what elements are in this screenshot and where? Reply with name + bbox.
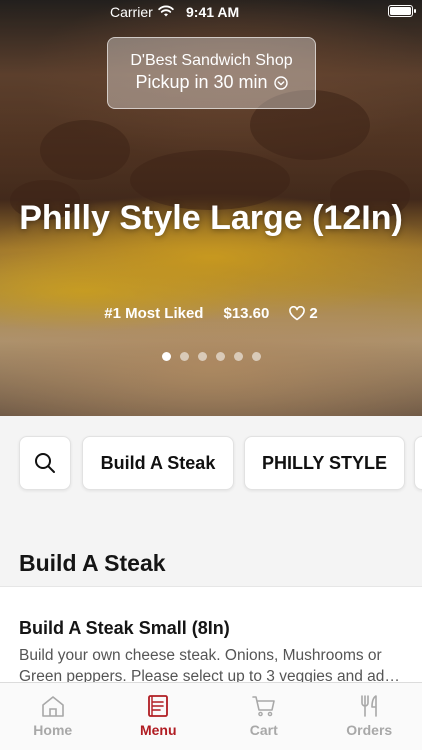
- tab-orders-label: Orders: [346, 722, 393, 738]
- search-button[interactable]: [19, 436, 71, 490]
- tab-home[interactable]: Home: [0, 683, 106, 750]
- search-icon: [35, 453, 55, 473]
- tab-menu-label: Menu: [139, 722, 177, 738]
- battery-icon: [388, 5, 416, 17]
- wifi-icon: [158, 5, 174, 17]
- carousel-dot[interactable]: [197, 352, 207, 361]
- carrier-label: Carrier: [110, 4, 153, 20]
- menu-item-description: Build your own cheese steak. Onions, Mus…: [19, 647, 393, 685]
- carousel-dot[interactable]: [161, 352, 171, 361]
- category-chip-philly-style[interactable]: PHILLY STYLE: [244, 436, 405, 490]
- menu-icon: [148, 695, 169, 717]
- status-bar: Carrier 9:41 AM: [0, 0, 422, 24]
- home-icon: [41, 696, 64, 717]
- category-bar: Build A Steak PHILLY STYLE: [0, 416, 422, 508]
- tab-orders[interactable]: Orders: [317, 683, 422, 750]
- tab-menu[interactable]: Menu: [106, 683, 212, 750]
- tab-cart[interactable]: Cart: [211, 683, 317, 750]
- heart-icon: [289, 306, 306, 321]
- tab-home-label: Home: [33, 722, 73, 738]
- carousel-dots[interactable]: [0, 352, 422, 361]
- menu-item-name: Build A Steak Small (8In): [19, 618, 230, 638]
- likes-count: 2: [309, 305, 318, 322]
- likes[interactable]: 2: [289, 305, 318, 322]
- featured-item-meta: #1 Most Liked $13.60 2: [0, 305, 422, 322]
- carousel-dot[interactable]: [251, 352, 261, 361]
- rank-label: #1 Most Liked: [104, 305, 204, 322]
- price-label: $13.60: [223, 305, 270, 322]
- clock: 9:41 AM: [186, 4, 240, 20]
- carousel-dot[interactable]: [233, 352, 243, 361]
- section-title: Build A Steak: [19, 550, 166, 576]
- carousel-dot[interactable]: [215, 352, 225, 361]
- chevron-down-circle-icon: [273, 75, 288, 90]
- section-header: Build A Steak: [0, 508, 422, 586]
- utensils-icon: [361, 695, 378, 717]
- category-chip-build-a-steak[interactable]: Build A Steak: [82, 436, 234, 490]
- tab-bar: Home Menu Cart Orders: [0, 682, 422, 750]
- pickup-time: Pickup in 30 min: [108, 72, 315, 93]
- featured-item-title: Philly Style Large (12In): [19, 199, 403, 237]
- menu-item[interactable]: Build A Steak Small (8In) Build your own…: [0, 586, 422, 686]
- tab-cart-label: Cart: [249, 722, 278, 738]
- store-selector[interactable]: D'Best Sandwich Shop Pickup in 30 min: [107, 37, 316, 109]
- store-name: D'Best Sandwich Shop: [130, 52, 293, 69]
- cart-icon: [251, 696, 275, 717]
- category-chip-next[interactable]: [414, 436, 422, 490]
- carousel-dot[interactable]: [179, 352, 189, 361]
